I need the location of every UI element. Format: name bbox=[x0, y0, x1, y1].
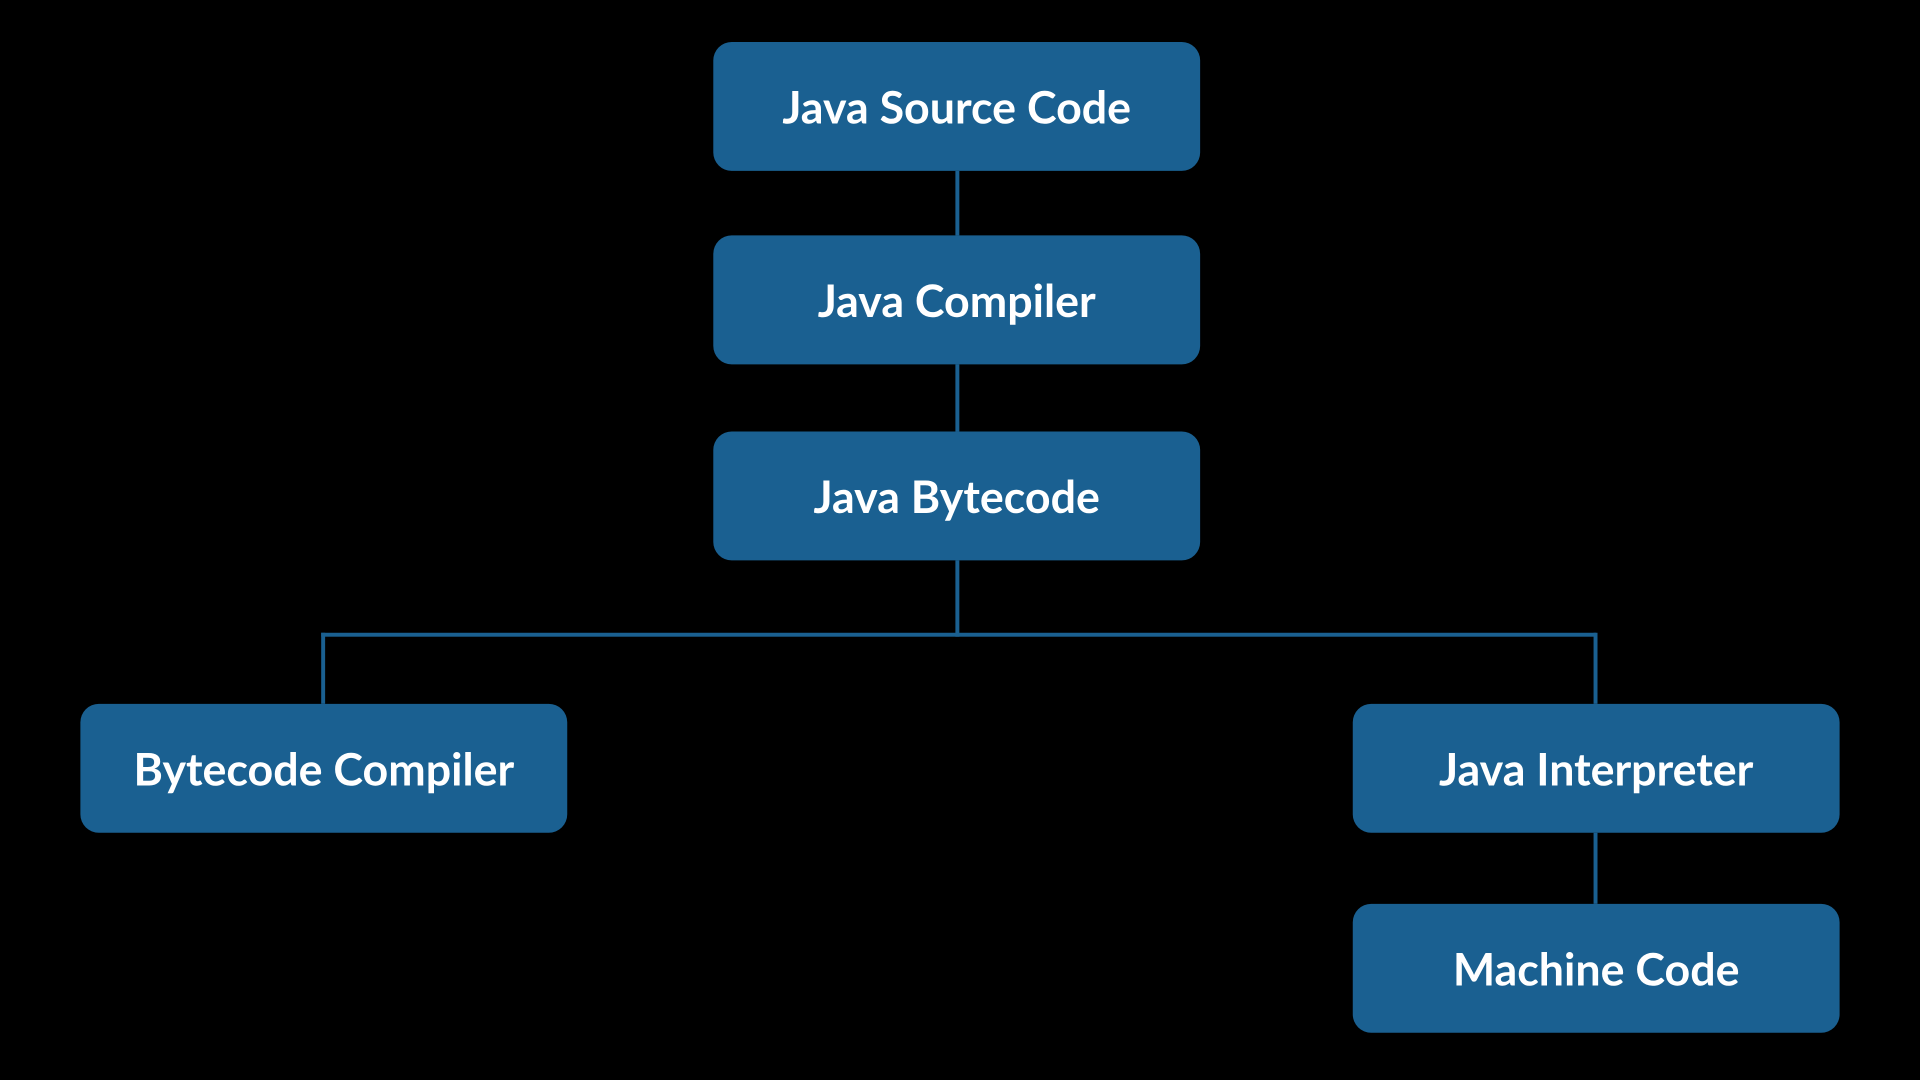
node-label: Java Interpreter bbox=[1439, 741, 1753, 795]
connector-bytecode-down bbox=[955, 560, 959, 636]
node-machine-code: Machine Code bbox=[1353, 904, 1840, 1033]
node-java-compiler: Java Compiler bbox=[713, 235, 1200, 364]
node-label: Machine Code bbox=[1453, 941, 1740, 995]
node-java-source-code: Java Source Code bbox=[713, 42, 1200, 171]
node-label: Java Compiler bbox=[818, 273, 1096, 327]
node-bytecode-compiler: Bytecode Compiler bbox=[80, 704, 567, 833]
node-java-interpreter: Java Interpreter bbox=[1353, 704, 1840, 833]
node-label: Java Source Code bbox=[782, 79, 1131, 133]
node-label: Java Bytecode bbox=[814, 469, 1100, 523]
connector-to-bytecode-compiler bbox=[321, 633, 325, 704]
connector-source-to-compiler bbox=[955, 171, 959, 235]
connector-interpreter-to-machine bbox=[1594, 833, 1598, 904]
java-flow-diagram: Java Source Code Java Compiler Java Byte… bbox=[0, 0, 1920, 1080]
connector-compiler-to-bytecode bbox=[955, 364, 959, 431]
connector-to-interpreter bbox=[1594, 633, 1598, 704]
node-label: Bytecode Compiler bbox=[133, 741, 514, 795]
connector-horizontal-split bbox=[321, 633, 1596, 637]
node-java-bytecode: Java Bytecode bbox=[713, 431, 1200, 560]
